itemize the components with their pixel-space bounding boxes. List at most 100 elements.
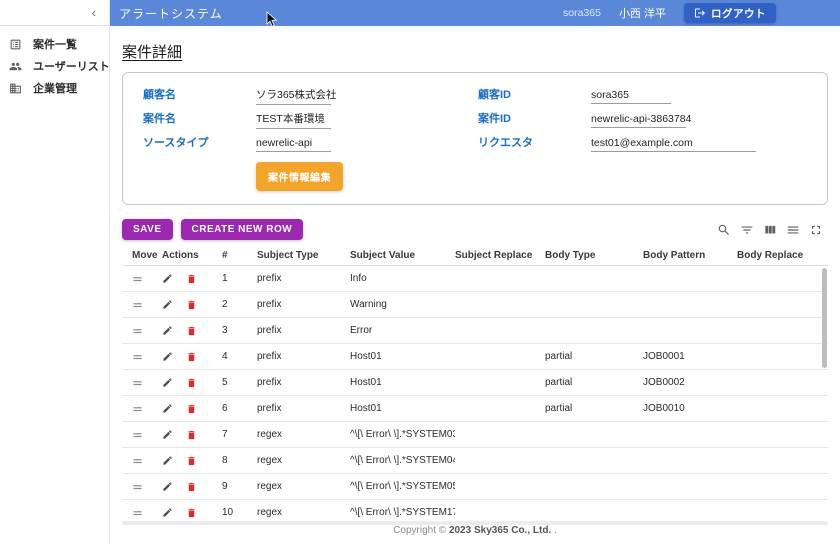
sidebar: ‹ 案件一覧 ユーザーリスト 企業管理 xyxy=(0,0,110,544)
sidebar-collapse-icon[interactable]: ‹ xyxy=(92,6,96,19)
column-header[interactable]: Body Replace xyxy=(737,250,828,261)
subject-value-cell: ^\[\ Error\ \].*SYSTEM17.$ xyxy=(350,507,455,518)
case-id-field[interactable]: newrelic-api-3863784 xyxy=(591,113,686,128)
column-header[interactable]: Subject Type xyxy=(257,250,350,261)
requester-label: リクエスタ xyxy=(478,134,591,150)
user-name: 小西 洋平 xyxy=(619,5,666,21)
search-icon[interactable] xyxy=(717,223,731,237)
delete-row-icon[interactable] xyxy=(186,325,197,337)
column-header[interactable]: Subject Replace xyxy=(455,250,545,261)
drag-handle[interactable] xyxy=(132,326,143,336)
vertical-scrollbar-thumb[interactable] xyxy=(822,268,827,368)
delete-row-icon[interactable] xyxy=(186,429,197,441)
column-header[interactable]: # xyxy=(222,250,257,261)
subject-value-cell: Host01 xyxy=(350,351,455,362)
subject-type-cell: regex xyxy=(257,507,350,518)
delete-row-icon[interactable] xyxy=(186,455,197,467)
drag-handle[interactable] xyxy=(132,456,143,466)
edit-row-icon[interactable] xyxy=(162,299,173,310)
create-new-row-button[interactable]: CREATE NEW ROW xyxy=(181,219,304,240)
edit-row-icon[interactable] xyxy=(162,507,173,518)
table-row: 9 regex ^\[\ Error\ \].*SYSTEM05.$ xyxy=(122,474,828,500)
edit-row-icon[interactable] xyxy=(162,481,173,492)
body-type-cell: partial xyxy=(545,351,643,362)
logout-label: ログアウト xyxy=(711,6,766,21)
body-type-cell: partial xyxy=(545,403,643,414)
edit-row-icon[interactable] xyxy=(162,403,173,414)
edit-row-icon[interactable] xyxy=(162,273,173,284)
drag-handle[interactable] xyxy=(132,274,143,284)
case-id-label: 案件ID xyxy=(478,110,591,126)
row-number: 9 xyxy=(222,481,257,492)
subject-type-cell: prefix xyxy=(257,377,350,388)
column-header[interactable]: Body Pattern xyxy=(643,250,737,261)
row-number: 6 xyxy=(222,403,257,414)
sidebar-item-label: ユーザーリスト xyxy=(33,58,110,74)
edit-row-icon[interactable] xyxy=(162,429,173,440)
row-number: 7 xyxy=(222,429,257,440)
column-header[interactable]: Subject Value xyxy=(350,250,455,261)
delete-row-icon[interactable] xyxy=(186,481,197,493)
subject-value-cell: ^\[\ Error\ \].*SYSTEM05.$ xyxy=(350,481,455,492)
grid-toolbar: SAVE CREATE NEW ROW xyxy=(122,219,828,240)
table-row: 2 prefix Warning xyxy=(122,292,828,318)
edit-case-info-button[interactable]: 案件情報編集 xyxy=(256,162,343,191)
logout-icon xyxy=(694,7,706,19)
subject-value-cell: Host01 xyxy=(350,377,455,388)
sidebar-item-user-list[interactable]: ユーザーリスト xyxy=(0,55,109,77)
edit-row-icon[interactable] xyxy=(162,455,173,466)
drag-handle[interactable] xyxy=(132,352,143,362)
case-name-field[interactable]: TEST本番環境 xyxy=(256,111,331,129)
logout-button[interactable]: ログアウト xyxy=(684,3,776,23)
body-pattern-cell: JOB0002 xyxy=(643,377,737,388)
table-row: 5 prefix Host01 partial JOB0002 xyxy=(122,370,828,396)
subject-type-cell: prefix xyxy=(257,325,350,336)
delete-row-icon[interactable] xyxy=(186,403,197,415)
delete-row-icon[interactable] xyxy=(186,351,197,363)
delete-row-icon[interactable] xyxy=(186,377,197,389)
source-type-label: ソースタイプ xyxy=(143,134,256,150)
drag-handle[interactable] xyxy=(132,378,143,388)
drag-handle[interactable] xyxy=(132,482,143,492)
app-title: アラートシステム xyxy=(119,5,223,22)
column-header[interactable]: Body Type xyxy=(545,250,643,261)
subject-type-cell: regex xyxy=(257,455,350,466)
table-body: 1 prefix Info xyxy=(122,266,828,521)
subject-type-cell: regex xyxy=(257,429,350,440)
delete-row-icon[interactable] xyxy=(186,273,197,285)
table-row: 10 regex ^\[\ Error\ \].*SYSTEM17.$ xyxy=(122,500,828,521)
columns-icon[interactable] xyxy=(763,223,777,237)
delete-row-icon[interactable] xyxy=(186,299,197,311)
source-type-field[interactable]: newrelic-api xyxy=(256,137,331,152)
customer-name-label: 顧客名 xyxy=(143,86,256,102)
fullscreen-icon[interactable] xyxy=(809,223,823,237)
table-header-row: MoveActions#Subject TypeSubject ValueSub… xyxy=(122,246,828,266)
subject-value-cell: Warning xyxy=(350,299,455,310)
edit-row-icon[interactable] xyxy=(162,351,173,362)
drag-handle[interactable] xyxy=(132,430,143,440)
column-header[interactable]: Move xyxy=(132,250,162,261)
drag-handle[interactable] xyxy=(132,404,143,414)
subject-type-cell: prefix xyxy=(257,299,350,310)
edit-row-icon[interactable] xyxy=(162,377,173,388)
column-header[interactable]: Actions xyxy=(162,250,222,261)
sidebar-item-case-list[interactable]: 案件一覧 xyxy=(0,33,109,55)
filter-icon[interactable] xyxy=(740,223,754,237)
delete-row-icon[interactable] xyxy=(186,507,197,519)
sidebar-item-company-admin[interactable]: 企業管理 xyxy=(0,77,109,99)
footer-copyright: Copyright © 2023 Sky365 Co., Ltd. . xyxy=(110,525,840,536)
drag-handle[interactable] xyxy=(132,300,143,310)
subject-value-cell: Host01 xyxy=(350,403,455,414)
main-content: 案件詳細 顧客名 ソラ365株式会社 案件名 TEST本番環境 ソースタイプ n… xyxy=(110,26,840,544)
edit-row-icon[interactable] xyxy=(162,325,173,336)
requester-field[interactable]: test01@example.com xyxy=(591,137,756,152)
case-name-label: 案件名 xyxy=(143,110,256,126)
subject-value-cell: Error xyxy=(350,325,455,336)
customer-id-field[interactable]: sora365 xyxy=(591,89,671,104)
account-id: sora365 xyxy=(563,7,601,19)
drag-handle[interactable] xyxy=(132,508,143,518)
customer-name-field[interactable]: ソラ365株式会社 xyxy=(256,87,331,105)
density-icon[interactable] xyxy=(786,223,800,237)
save-button[interactable]: SAVE xyxy=(122,219,173,240)
sidebar-header: ‹ xyxy=(0,0,109,26)
